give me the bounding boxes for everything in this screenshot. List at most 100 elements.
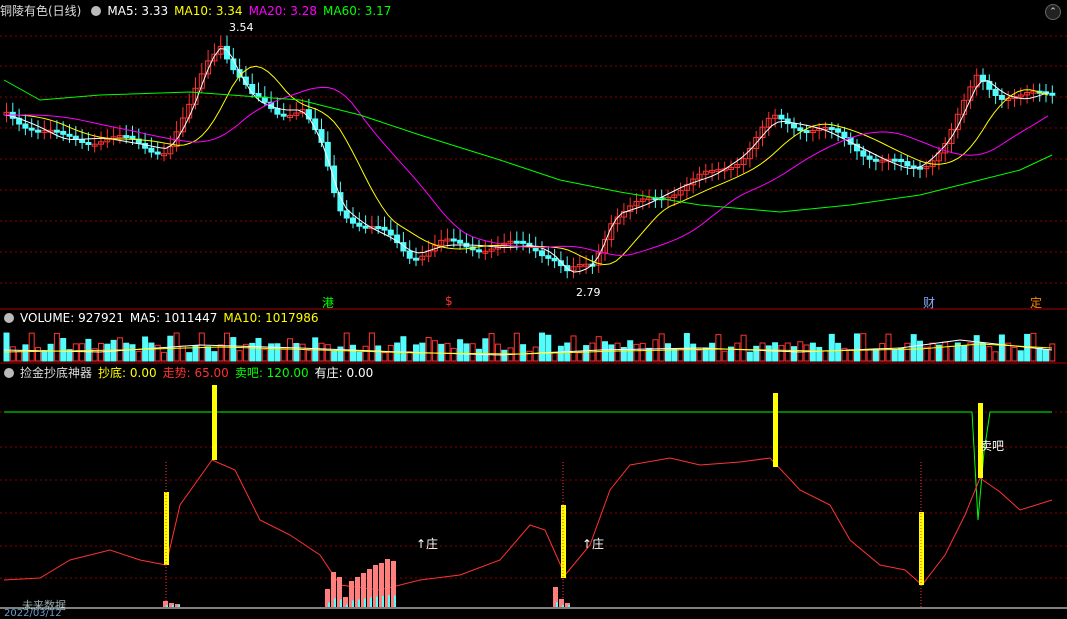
volume-gear-icon[interactable] [4,313,14,323]
volume-bar [891,349,898,362]
volume-bar [690,343,697,362]
candle-body [866,155,873,160]
cluster-tick [334,598,336,607]
volume-bar [494,343,501,362]
main-panel-header: 铜陵有色(日线) MA5: 3.33 MA10: 3.34 MA20: 3.28 MA6… [0,2,397,20]
cluster-tick [370,597,372,607]
volume-bar [677,348,684,362]
volume-bar [53,332,60,362]
volume-panel-header: VOLUME: 927921 MA5: 1011447 MA10: 1017986 [0,309,325,327]
candle-body [375,226,382,230]
ma5-label: MA5: 3.33 [107,4,169,18]
volume-bar [797,341,804,362]
candle-body [362,225,369,229]
candle-body [148,147,155,153]
volume-bar [368,332,375,362]
volume-bar [709,342,716,362]
collapse-button[interactable]: ⌃ [1045,4,1061,20]
event-marker-fixed[interactable]: 定 [1030,294,1042,311]
volume-bar [860,333,867,362]
ma10-line [4,65,1049,266]
cluster-tick [388,595,390,607]
volume-bar [450,347,457,362]
volume-bar [350,344,356,362]
ma20-label: MA20: 3.28 [248,4,317,18]
indicator-title: 捡金抄底神器 [20,366,93,380]
candle-body [53,129,60,133]
volume-bar [835,342,842,362]
volume-bar [746,351,753,362]
volume-bar [942,341,949,362]
volume-bar [721,350,728,362]
cluster-tick [376,596,378,607]
volume-bar [639,342,646,362]
candle-body [545,255,552,259]
volume-bar [161,351,167,362]
stock-title: 铜陵有色(日线) [0,4,82,18]
volume-bar [457,339,464,362]
settings-gear-icon[interactable] [91,6,102,16]
candle-body [318,129,325,143]
candle-body [1049,92,1056,96]
candle-body [835,128,842,133]
volume-bar [123,342,130,362]
volume-bar [866,348,873,362]
volume-bar [1043,349,1049,362]
volume-bar [608,344,615,362]
candle-body [387,229,394,236]
maiba-label: 卖吧: 120.00 [234,366,309,380]
volume-bar [885,333,892,362]
candle-body [992,88,999,96]
volume-bar [469,343,476,362]
candle-body [457,239,464,244]
high-price-label: 3.54 [229,21,254,34]
cluster-tick [556,602,558,607]
volume-bar [324,344,331,362]
volume-bar [236,350,243,362]
volume-bar [791,346,797,362]
volume-bar [16,351,23,362]
ma10-label: MA10: 3.34 [174,4,243,18]
volume-bar [973,335,980,362]
volume-bar [9,346,16,362]
event-marker-finance[interactable]: 财 [923,294,935,311]
zoushi-label: 走势: 65.00 [162,366,229,380]
volume-bar [230,337,237,362]
volume-bar [287,338,293,362]
ma60-line [3,79,1053,213]
volume-bar [205,346,212,362]
volume-bar [715,334,722,362]
candle-body [898,158,905,163]
volume-bar [992,351,999,362]
volume-bar [923,346,930,362]
volume-bar [431,340,438,362]
volume-bar [683,333,690,362]
volume-label: VOLUME: 927921 [20,311,124,325]
cluster-tick [382,596,384,607]
volume-bar [702,347,709,362]
volume-bar [135,350,142,362]
volume-bar [79,343,86,362]
volume-bar [513,332,520,362]
indicator-panel-header: 捡金抄底神器 抄底: 0.00 走势: 65.00 卖吧: 120.00 有庄: 0.0… [0,364,379,382]
event-marker-dividend[interactable]: $ [445,294,453,308]
volume-bar [343,332,350,362]
volume-bar [104,343,111,362]
volume-bar [545,334,552,362]
volume-bar [998,334,1005,362]
candle-body [891,158,898,162]
volume-bar [299,343,306,362]
volume-bar [318,342,325,362]
volume-bar [28,332,35,362]
candle-body [274,107,281,115]
cluster-tick [172,605,174,607]
volume-bar [917,340,923,362]
volume-bar [539,332,545,362]
cluster-tick [562,605,564,607]
candle-body [72,135,79,140]
ma20-line [4,86,1049,256]
cluster-tick [364,598,366,607]
volume-bar [362,345,369,362]
volume-bar [872,348,879,362]
indicator-gear-icon[interactable] [4,368,14,378]
